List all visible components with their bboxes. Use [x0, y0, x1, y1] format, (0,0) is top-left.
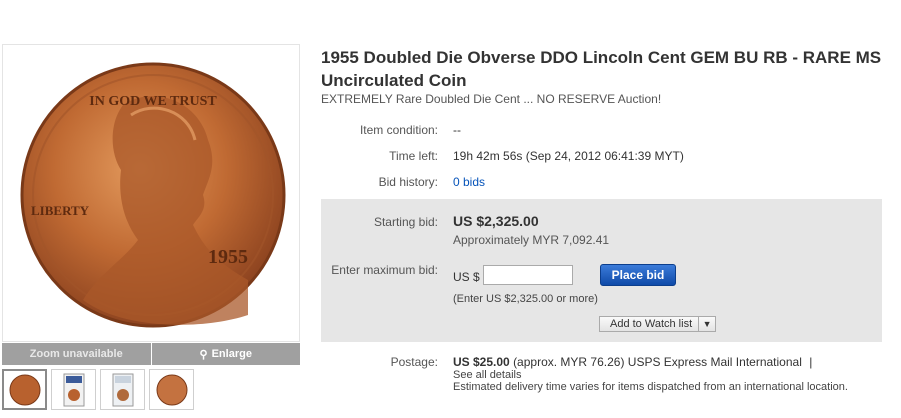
max-bid-input[interactable]	[483, 265, 573, 285]
max-bid-label: Enter maximum bid:	[331, 263, 438, 277]
watch-list-label: Add to Watch list	[610, 318, 693, 330]
thumbnail-2[interactable]	[51, 369, 96, 410]
main-coin-image[interactable]: IN GOD WE TRUST LIBERTY 1955	[2, 44, 300, 342]
zoom-bar: Zoom unavailable ⚲ Enlarge	[2, 343, 300, 365]
bid-hint: (Enter US $2,325.00 or more)	[453, 293, 598, 305]
time-left-value: 19h 42m 56s (Sep 24, 2012 06:41:39 MYT)	[453, 149, 684, 163]
starting-bid-label: Starting bid:	[373, 215, 438, 229]
listing-subtitle: EXTREMELY Rare Doubled Die Cent ... NO R…	[321, 92, 662, 106]
enlarge-label: Enlarge	[211, 348, 252, 360]
coin-motto: IN GOD WE TRUST	[89, 94, 217, 109]
time-left-label: Time left:	[389, 149, 438, 163]
bid-history-link[interactable]: 0 bids	[453, 175, 485, 189]
postage-separator: |	[809, 355, 813, 369]
coin-liberty: LIBERTY	[31, 203, 90, 218]
thumbnail-1[interactable]	[2, 369, 47, 410]
bid-history-label: Bid history:	[378, 175, 438, 189]
dropdown-arrow-icon[interactable]: ▼	[698, 317, 715, 331]
see-all-details-link[interactable]: See all details	[453, 369, 522, 381]
postage-amount: US $25.00	[453, 355, 510, 369]
approx-price: Approximately MYR 7,092.41	[453, 233, 610, 247]
delivery-note: Estimated delivery time varies for items…	[453, 381, 848, 393]
coin-thumbnail-icon	[9, 374, 40, 405]
thumbnail-strip	[2, 369, 194, 410]
thumbnail-3[interactable]	[100, 369, 145, 410]
postage-label: Postage:	[390, 355, 438, 369]
postage-line: US $25.00 (approx. MYR 76.26) USPS Expre…	[453, 355, 812, 369]
thumbnail-4[interactable]	[149, 369, 194, 410]
starting-price: US $2,325.00	[453, 213, 539, 229]
coin-year: 1955	[208, 246, 248, 268]
magnifier-icon: ⚲	[199, 348, 208, 361]
place-bid-button[interactable]: Place bid	[600, 264, 676, 286]
enlarge-button[interactable]: ⚲ Enlarge	[150, 343, 300, 365]
watch-list-button[interactable]: Add to Watch list ▼	[599, 316, 717, 332]
condition-value: --	[453, 123, 461, 137]
coin-reverse-icon	[156, 374, 187, 405]
listing-title: 1955 Doubled Die Obverse DDO Lincoln Cen…	[321, 48, 882, 90]
slab-back-icon	[112, 373, 133, 406]
condition-label: Item condition:	[359, 123, 438, 137]
currency-prefix: US $	[453, 270, 480, 284]
zoom-unavailable-label: Zoom unavailable	[2, 343, 151, 365]
slab-front-icon	[63, 373, 84, 406]
postage-detail: (approx. MYR 76.26) USPS Express Mail In…	[513, 355, 802, 369]
